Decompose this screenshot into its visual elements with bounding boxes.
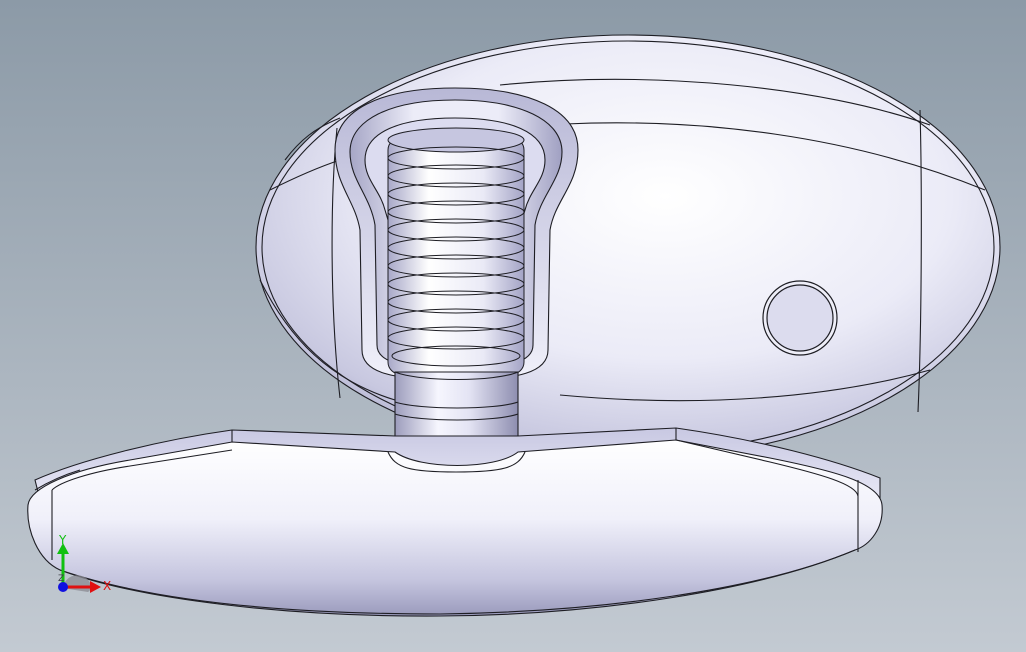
cad-3d-viewport[interactable]: Y Z X <box>0 0 1026 652</box>
x-axis-label: X <box>103 579 111 593</box>
body-hole[interactable] <box>762 280 838 356</box>
threaded-bore <box>387 127 525 375</box>
z-axis-dot <box>58 582 68 592</box>
y-axis-label: Y <box>58 533 67 547</box>
